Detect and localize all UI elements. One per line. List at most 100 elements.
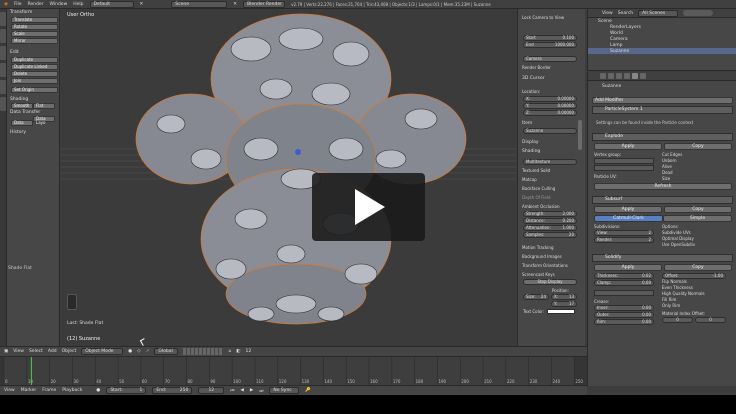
text-color-swatch[interactable]	[547, 309, 576, 314]
menu-window[interactable]: Window	[50, 2, 68, 7]
transform-orientations-header[interactable]: Transform Orientations	[518, 262, 585, 269]
backface-culling-checkbox[interactable]: Backface Culling	[518, 185, 585, 192]
transform-orientation-select[interactable]: Global	[154, 348, 179, 355]
duplicate-linked-button[interactable]: Duplicate Linked	[11, 64, 58, 70]
display-header[interactable]: Display	[518, 139, 585, 146]
transform-header[interactable]: Transform	[0, 9, 59, 16]
modifier-explode-header[interactable]: Explode	[592, 133, 733, 141]
clip-end-field[interactable]: End 1000.000	[523, 42, 577, 48]
clamp-field[interactable]: Clamp: 0.00	[594, 280, 654, 286]
snap-icon[interactable]: ⌂	[228, 349, 231, 354]
delete-button[interactable]: Delete	[11, 71, 58, 77]
smooth-button[interactable]: Smooth	[11, 103, 33, 109]
join-button[interactable]: Join	[11, 78, 58, 84]
refresh-button[interactable]: Refresh	[594, 183, 732, 190]
blender-logo-icon[interactable]: ◉	[4, 2, 8, 7]
render-tab-icon[interactable]	[600, 73, 606, 79]
crease-outer-field[interactable]: Outer: 0.00	[594, 312, 654, 318]
modifier-tab-icon[interactable]	[632, 73, 638, 79]
shading-header[interactable]: Shading	[518, 148, 585, 155]
material-rim-field[interactable]: 0	[695, 317, 726, 323]
mirror-button[interactable]: Mirror	[11, 38, 58, 44]
ao-attenuation-field[interactable]: Attenuation: 1.000	[523, 225, 577, 231]
duplicate-button[interactable]: Duplicate	[11, 57, 58, 63]
local-camera-field[interactable]: Camera	[523, 56, 577, 62]
item-header[interactable]: Item	[518, 120, 585, 127]
play-icon[interactable]: ▶	[250, 388, 253, 393]
scale-button[interactable]: Scale	[11, 31, 58, 37]
subsurf-apply-button[interactable]: Apply	[594, 206, 662, 213]
world-tab-icon[interactable]	[616, 73, 622, 79]
textured-solid-checkbox[interactable]: Textured Solid	[518, 167, 585, 174]
timeline-marker-menu[interactable]: Marker	[21, 388, 37, 393]
size-checkbox[interactable]: Size	[662, 176, 682, 182]
3d-cursor-header[interactable]: 3D Cursor	[518, 75, 585, 82]
manipulator-icon[interactable]: ↗	[146, 349, 150, 354]
translate-button[interactable]: Translate	[11, 17, 58, 23]
trash-icon[interactable]	[67, 294, 77, 310]
history-header[interactable]: History	[0, 129, 59, 136]
only-rim-checkbox[interactable]: Only Rim	[662, 303, 726, 309]
tab-create[interactable]	[0, 29, 6, 43]
subsurf-copy-button[interactable]: Copy	[664, 206, 732, 213]
solidify-vertex-group-field[interactable]	[594, 290, 654, 296]
material-tab-icon[interactable]	[640, 73, 646, 79]
lock-camera-checkbox[interactable]: Lock Camera to View	[518, 14, 585, 21]
subsurf-render-field[interactable]: Render: 2	[594, 237, 654, 243]
data-layout-button[interactable]: Data Layo	[33, 116, 55, 125]
data-button[interactable]: Data	[11, 120, 33, 126]
catmull-clark-button[interactable]: Catmull-Clark	[594, 215, 663, 222]
background-images-header[interactable]: Background Images	[518, 253, 585, 260]
flat-button[interactable]: Flat	[33, 103, 55, 109]
tab-animation[interactable]	[0, 63, 6, 77]
depth-of-field-checkbox[interactable]: Depth Of Field	[518, 194, 585, 201]
tab-physics[interactable]	[0, 80, 6, 94]
outliner-row-suzanne[interactable]: Suzanne	[588, 48, 736, 54]
subsurf-view-field[interactable]: View: 2	[594, 230, 654, 236]
timeline[interactable]: 0 10 20 30 40 50 60 70 80 90 100 110 120 130 140 150 160…	[0, 357, 587, 385]
item-name-field[interactable]: Suzanne	[523, 128, 577, 134]
use-opensubdiv-checkbox[interactable]: Use OpenSubdiv	[662, 242, 695, 248]
add-modifier-button[interactable]: Add Modifier	[592, 97, 733, 104]
material-offset-field[interactable]: 0	[662, 317, 693, 323]
pos-x-field[interactable]: X: 13	[551, 294, 577, 300]
render-preview-icon[interactable]: ◧	[236, 349, 240, 354]
set-origin-button[interactable]: Set Origin	[11, 87, 58, 93]
solidify-apply-button[interactable]: Apply	[594, 264, 662, 271]
n-panel-scrollbar[interactable]	[578, 120, 582, 150]
tab-tools[interactable]	[0, 12, 6, 26]
modifier-particlesystem-header[interactable]: ParticleSystem 1	[592, 106, 733, 114]
pos-y-field[interactable]: Y: 17	[551, 301, 577, 307]
vertex-group-field[interactable]	[594, 158, 654, 164]
jump-start-icon[interactable]: ⏮	[230, 388, 234, 394]
stop-display-button[interactable]: Stop Display	[523, 279, 577, 285]
timeline-frame-menu[interactable]: Frame	[42, 388, 56, 393]
menu-select[interactable]: Select	[29, 349, 43, 354]
outliner-search-menu[interactable]: Search	[618, 11, 633, 16]
timeline-playback-menu[interactable]: Playback	[62, 388, 82, 393]
screencast-keys-header[interactable]: Screencast Keys	[518, 271, 585, 278]
layers-grid[interactable]	[183, 348, 224, 355]
pivot-point-icon[interactable]: ◇	[137, 349, 140, 354]
video-play-button[interactable]	[312, 173, 425, 241]
menu-add[interactable]: Add	[48, 349, 57, 354]
start-frame-field[interactable]: Start: 1	[106, 387, 147, 394]
editor-type-icon[interactable]: ▣	[4, 349, 8, 354]
menu-render[interactable]: Render	[27, 2, 43, 7]
matcap-checkbox[interactable]: Matcap	[518, 176, 585, 183]
edit-header[interactable]: Edit	[0, 49, 59, 56]
menu-file[interactable]: File	[14, 2, 22, 7]
ao-strength-field[interactable]: Strength: 2.000	[523, 211, 577, 217]
last-operator-panel-label[interactable]: Shade Flat	[6, 265, 34, 272]
ambient-occlusion-checkbox[interactable]: Ambient Occlusion	[518, 203, 585, 210]
jump-end-icon[interactable]: ⏭	[259, 388, 263, 394]
protect-field[interactable]	[594, 165, 654, 171]
outliner-search-field[interactable]	[683, 10, 714, 16]
scene-tab-icon[interactable]	[608, 73, 614, 79]
layout-selector[interactable]: Default	[89, 0, 134, 8]
sync-mode-select[interactable]: No Sync	[269, 387, 300, 394]
keying-set-icon[interactable]: 🔑	[305, 388, 311, 393]
crease-rim-field[interactable]: Rim: 0.00	[594, 319, 654, 325]
render-engine-selector[interactable]: Blender Render	[243, 0, 286, 8]
ao-samples-field[interactable]: Samples: 20	[523, 232, 577, 238]
